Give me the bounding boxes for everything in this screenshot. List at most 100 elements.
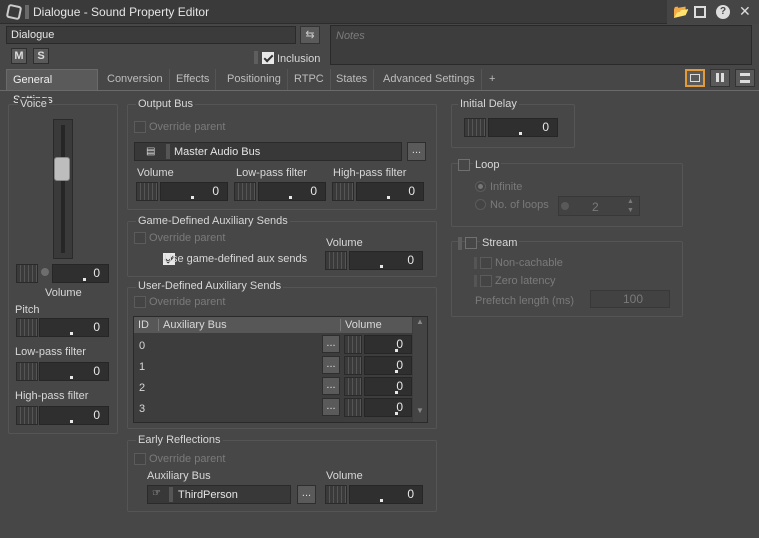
bus-icon: ▤	[146, 146, 156, 157]
tab-bar	[0, 90, 759, 91]
tab-rtpc[interactable]: RTPC	[288, 69, 331, 90]
row-browse-button[interactable]: ...	[322, 377, 340, 395]
stream-checkbox[interactable]	[465, 237, 477, 249]
game-aux-volume-value[interactable]: 0	[349, 251, 423, 270]
output-lowpass-value[interactable]: 0	[258, 182, 326, 201]
user-aux-col-volume[interactable]: Volume	[340, 319, 382, 331]
output-lowpass-slider-handle[interactable]	[234, 182, 256, 201]
infinite-label: Infinite	[490, 181, 523, 193]
help-icon[interactable]: ?	[716, 5, 730, 19]
row-browse-button[interactable]: ...	[322, 335, 340, 353]
layout-columns-icon[interactable]	[710, 69, 730, 87]
row-volume-slider-handle[interactable]	[344, 335, 362, 354]
row-volume-slider-handle[interactable]	[344, 398, 362, 417]
tab-states[interactable]: States	[330, 69, 375, 90]
row-volume-value[interactable]: 0	[364, 335, 412, 354]
window-title: Dialogue - Sound Property Editor	[33, 5, 210, 19]
tab-positioning[interactable]: Positioning	[221, 69, 288, 90]
save-icon[interactable]	[694, 6, 706, 18]
voice-highpass-slider-handle[interactable]	[16, 406, 38, 425]
row-volume-slider-handle[interactable]	[344, 356, 362, 375]
output-volume-slider-handle[interactable]	[136, 182, 158, 201]
tab-add[interactable]: +	[483, 69, 501, 90]
output-bus-override-label: Override parent	[149, 121, 226, 133]
row-browse-button[interactable]: ...	[322, 398, 340, 416]
voice-volume-slider-handle[interactable]	[16, 264, 38, 283]
notes-field[interactable]	[330, 25, 752, 65]
tab-general-settings[interactable]: General Settings	[6, 69, 98, 106]
game-aux-override-label: Override parent	[149, 232, 226, 244]
game-aux-override-checkbox[interactable]	[134, 232, 146, 244]
tab-conversion[interactable]: Conversion	[101, 69, 170, 90]
table-row[interactable]: 2	[139, 382, 145, 394]
output-bus-override-checkbox[interactable]	[134, 121, 146, 133]
voice-title: Voice	[18, 98, 49, 110]
voice-pitch-slider-handle[interactable]	[16, 318, 38, 337]
game-aux-volume-slider-handle[interactable]	[325, 251, 347, 270]
voice-highpass-value[interactable]: 0	[39, 406, 109, 425]
user-aux-col-id[interactable]: ID	[138, 319, 149, 331]
tab-effects[interactable]: Effects	[170, 69, 217, 90]
early-reflections-override-label: Override parent	[149, 453, 226, 465]
output-bus-browse-button[interactable]: ...	[407, 142, 426, 161]
volume-fader-handle[interactable]	[54, 157, 70, 181]
output-highpass-value[interactable]: 0	[356, 182, 424, 201]
output-highpass-slider-handle[interactable]	[332, 182, 354, 201]
stepper-arrows-icon[interactable]: ▲ ▼	[627, 197, 634, 215]
table-row[interactable]: 3	[139, 403, 145, 415]
early-reflections-divider	[169, 487, 173, 502]
voice-lowpass-slider-handle[interactable]	[16, 362, 38, 381]
solo-button[interactable]: S	[33, 48, 49, 64]
early-reflections-volume-value[interactable]: 0	[349, 485, 423, 504]
output-lowpass-label: Low-pass filter	[236, 167, 307, 179]
loop-count-value: 2	[592, 200, 599, 214]
voice-lowpass-value[interactable]: 0	[39, 362, 109, 381]
title-separator	[25, 5, 29, 19]
table-row[interactable]: 0	[139, 340, 145, 352]
voice-volume-value[interactable]: 0	[52, 264, 109, 283]
loop-count-knob	[561, 202, 569, 210]
row-volume-value[interactable]: 0	[364, 398, 412, 417]
user-aux-col-bus[interactable]: Auxiliary Bus	[158, 319, 227, 331]
no-of-loops-label: No. of loops	[490, 199, 549, 211]
stream-handle	[458, 237, 462, 250]
layout-single-icon[interactable]	[685, 69, 705, 87]
output-volume-value[interactable]: 0	[160, 182, 228, 201]
tab-advanced-settings[interactable]: Advanced Settings	[377, 69, 482, 90]
link-icon[interactable]: ⇆	[300, 26, 320, 44]
layout-rows-icon[interactable]	[735, 69, 755, 87]
volume-fader-slot	[61, 125, 65, 253]
early-reflections-volume-slider-handle[interactable]	[325, 485, 347, 504]
no-of-loops-radio[interactable]	[475, 199, 486, 210]
output-bus-title: Output Bus	[136, 98, 196, 110]
zerolatency-label: Zero latency	[495, 275, 556, 287]
infinite-radio[interactable]	[475, 181, 486, 192]
open-folder-icon[interactable]: 📂	[673, 4, 689, 20]
row-volume-value[interactable]: 0	[364, 377, 412, 396]
voice-pitch-label: Pitch	[15, 304, 40, 316]
initial-delay-value[interactable]: 0	[488, 118, 558, 137]
row-volume-value[interactable]: 0	[364, 356, 412, 375]
noncachable-handle	[474, 257, 477, 269]
initial-delay-title: Initial Delay	[458, 98, 519, 110]
initial-delay-slider-handle[interactable]	[464, 118, 486, 137]
early-reflections-browse-button[interactable]: ...	[297, 485, 316, 504]
mute-button[interactable]: M	[11, 48, 27, 64]
user-aux-title: User-Defined Auxiliary Sends	[136, 280, 284, 292]
loop-checkbox[interactable]	[458, 159, 470, 171]
row-browse-button[interactable]: ...	[322, 356, 340, 374]
voice-lowpass-label: Low-pass filter	[15, 346, 86, 358]
voice-volume-knob[interactable]	[41, 268, 49, 276]
output-bus-divider	[166, 144, 170, 159]
noncachable-checkbox[interactable]	[480, 257, 492, 269]
user-aux-scrollbar[interactable]: ▲ ▼	[413, 317, 427, 422]
zerolatency-checkbox[interactable]	[480, 275, 492, 287]
user-aux-override-checkbox[interactable]	[134, 296, 146, 308]
table-row[interactable]: 1	[139, 361, 145, 373]
row-volume-slider-handle[interactable]	[344, 377, 362, 396]
inclusion-checkbox[interactable]	[262, 52, 274, 64]
early-reflections-override-checkbox[interactable]	[134, 453, 146, 465]
close-icon[interactable]: ✕	[739, 3, 751, 20]
voice-pitch-value[interactable]: 0	[39, 318, 109, 337]
inclusion-handle	[254, 51, 258, 64]
